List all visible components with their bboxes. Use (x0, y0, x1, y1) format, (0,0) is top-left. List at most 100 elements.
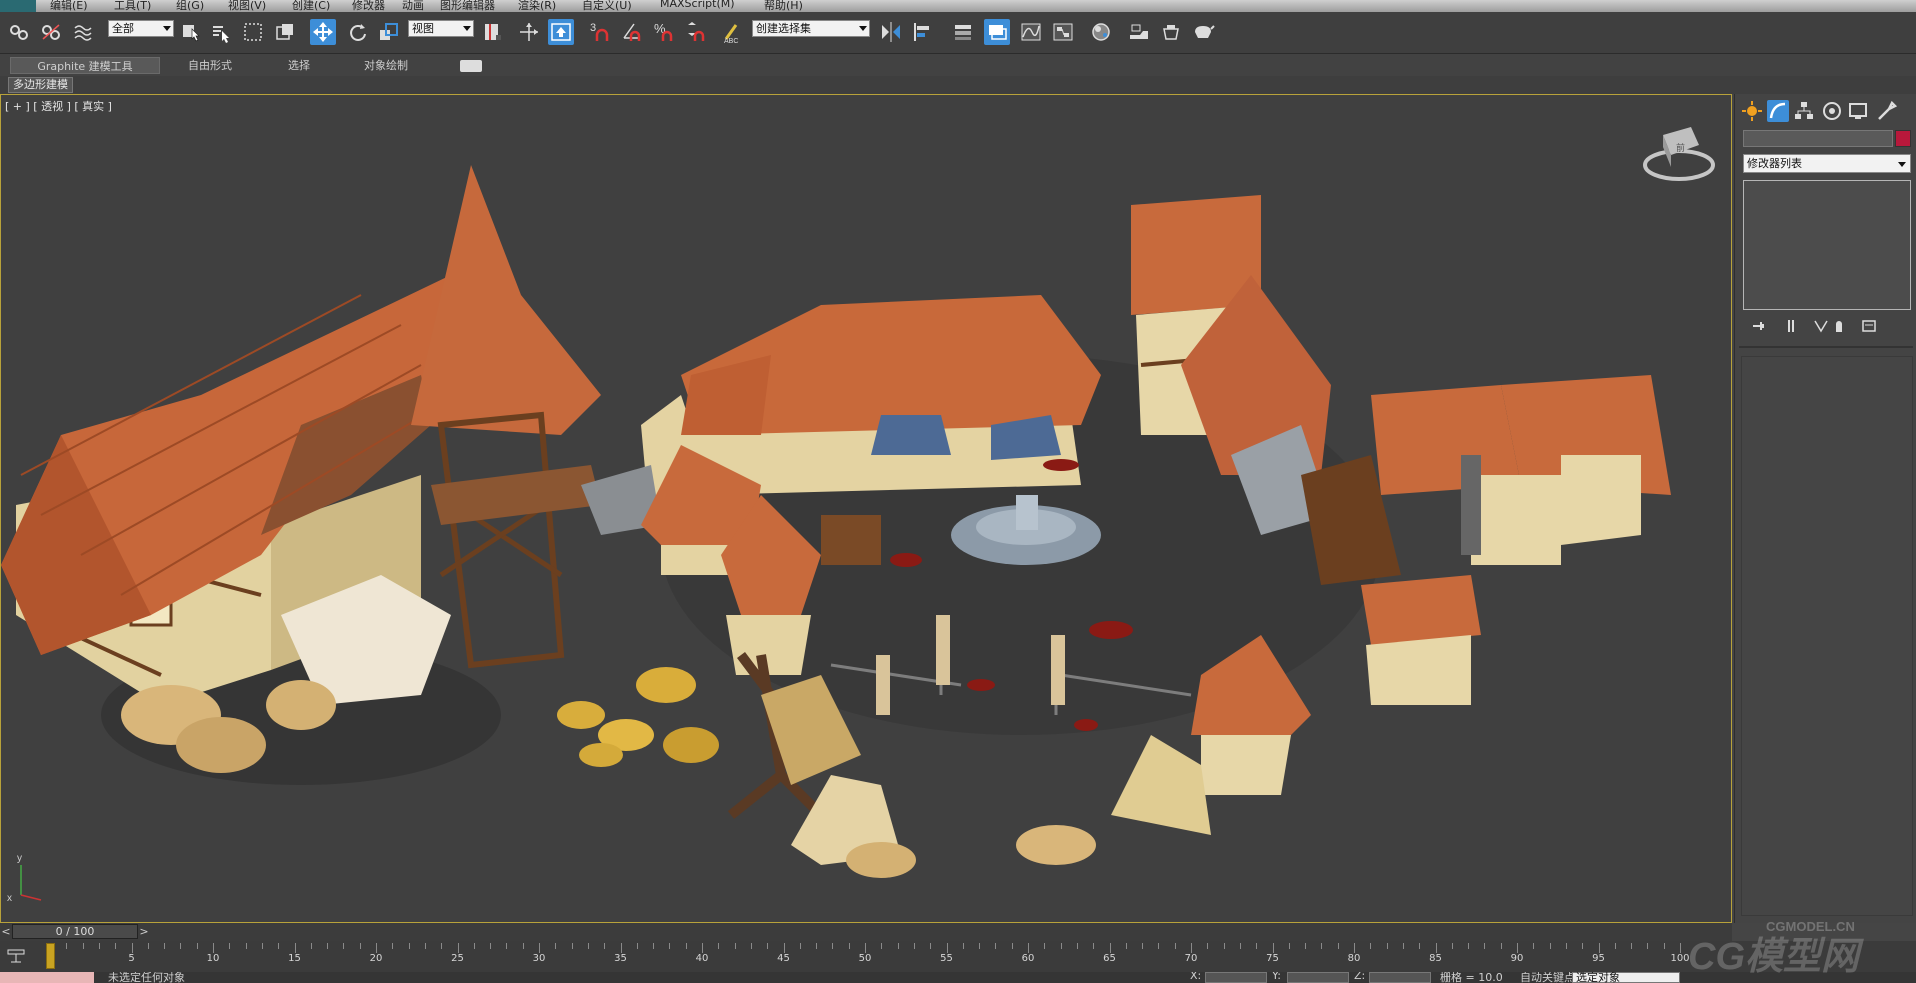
select-and-scale-icon[interactable] (376, 19, 402, 45)
track-tick (1305, 943, 1307, 949)
selection-filter-dropdown[interactable]: 全部 (108, 20, 174, 37)
track-bar[interactable]: 5 10 15 20 25 30 35 40 45 50 55 60 65 70 75 80 85 90 95 100 (0, 941, 1916, 972)
select-object-icon[interactable] (178, 19, 204, 45)
track-bar-menu-icon[interactable] (6, 947, 28, 965)
tab-selection[interactable]: 选择 (288, 57, 310, 74)
viewport-label[interactable]: [ + ] [ 透视 ] [ 真实 ] (5, 98, 112, 114)
track-tick (620, 943, 622, 953)
main-toolbar: 全部 视图 3 % ABC 创建选择集 (0, 12, 1916, 54)
menu-tools[interactable]: 工具(T) (114, 0, 151, 12)
watermark-logo: CGMODEL.CN CG模型网 (1688, 919, 1864, 975)
time-slider-thumb[interactable]: 0 / 100 (12, 924, 138, 939)
track-tick (1191, 943, 1192, 953)
menu-graph-editors[interactable]: 图形编辑器 (440, 0, 495, 12)
named-selection-dropdown[interactable]: 创建选择集 (752, 20, 870, 37)
track-tick (66, 943, 68, 949)
polygon-modeling-tab[interactable]: 多边形建模 (8, 77, 73, 93)
window-crossing-icon[interactable] (272, 19, 298, 45)
track-tick-label: 30 (532, 953, 546, 964)
track-tick (783, 943, 785, 953)
select-link-icon[interactable] (6, 19, 32, 45)
track-tick (1500, 943, 1502, 949)
menu-animation[interactable]: 动画 (402, 0, 424, 12)
menu-modifiers[interactable]: 修改器 (352, 0, 385, 12)
display-tab-icon[interactable] (1847, 100, 1869, 122)
current-frame-marker[interactable] (46, 943, 55, 969)
utilities-tab-icon[interactable] (1875, 100, 1898, 122)
align-icon[interactable] (910, 19, 936, 45)
track-tick (327, 943, 329, 949)
menu-maxscript[interactable]: MAXScript(M) (660, 0, 735, 10)
select-by-name-icon[interactable] (208, 19, 234, 45)
edit-named-selection-icon[interactable]: ABC (720, 19, 746, 45)
render-production-icon[interactable] (1190, 19, 1216, 45)
coord-y-field[interactable] (1287, 972, 1349, 983)
rendered-frame-window-icon[interactable] (1158, 19, 1184, 45)
coord-x-field[interactable] (1205, 972, 1267, 983)
pivot-center-icon[interactable] (480, 19, 506, 45)
scene-explorer-icon[interactable] (950, 19, 976, 45)
tab-freeform[interactable]: 自由形式 (188, 57, 232, 74)
unlink-icon[interactable] (38, 19, 64, 45)
schematic-view-icon[interactable] (1050, 19, 1076, 45)
snaps-toggle-icon[interactable]: 3 (588, 19, 614, 45)
app-logo-icon[interactable] (0, 0, 36, 12)
keyboard-shortcut-override-icon[interactable] (548, 19, 574, 45)
configure-sets-icon[interactable] (1861, 318, 1877, 334)
menu-group[interactable]: 组(G) (176, 0, 204, 12)
menu-create[interactable]: 创建(C) (292, 0, 330, 12)
pin-stack-icon[interactable] (1751, 318, 1767, 334)
track-tick-label: 5 (128, 953, 135, 964)
mirror-icon[interactable] (878, 19, 904, 45)
remove-modifier-icon[interactable] (1831, 318, 1847, 334)
object-color-swatch[interactable] (1895, 130, 1911, 147)
show-end-result-icon[interactable] (1785, 318, 1801, 334)
menu-customize[interactable]: 自定义(U) (582, 0, 632, 12)
object-name-field[interactable] (1743, 130, 1893, 147)
menu-rendering[interactable]: 渲染(R) (518, 0, 556, 12)
material-editor-icon[interactable] (1088, 19, 1114, 45)
track-tick (229, 943, 231, 949)
coord-z-field[interactable] (1369, 972, 1431, 983)
curve-editor-icon[interactable] (1018, 19, 1044, 45)
modifier-stack[interactable] (1743, 180, 1911, 310)
angle-snap-icon[interactable] (620, 19, 646, 45)
select-manipulate-icon[interactable] (516, 19, 542, 45)
prev-frame-button[interactable]: < (0, 924, 12, 939)
next-frame-button[interactable]: > (138, 924, 150, 939)
time-slider[interactable]: < 0 / 100 > (0, 923, 1732, 941)
bind-space-warp-icon[interactable] (70, 19, 96, 45)
hierarchy-tab-icon[interactable] (1793, 100, 1815, 122)
percent-snap-icon[interactable]: % (652, 19, 678, 45)
rectangular-selection-icon[interactable] (240, 19, 266, 45)
motion-tab-icon[interactable] (1821, 100, 1843, 122)
track-tick-label: 55 (940, 953, 953, 964)
reference-coordinate-dropdown[interactable]: 视图 (408, 20, 474, 37)
track-tick (1663, 943, 1665, 949)
view-cube[interactable]: 前 (1643, 127, 1715, 181)
make-unique-icon[interactable] (1813, 318, 1829, 334)
menu-help[interactable]: 帮助(H) (764, 0, 803, 12)
layer-manager-icon[interactable] (984, 19, 1010, 45)
modifier-list-dropdown[interactable]: 修改器列表 (1743, 154, 1911, 173)
perspective-viewport[interactable]: 前 y x [ + ] [ 透视 ] [ 真实 ] (0, 94, 1732, 923)
maxscript-listener-field[interactable] (0, 972, 94, 983)
tab-object-paint[interactable]: 对象绘制 (364, 57, 408, 74)
spinner-snap-icon[interactable] (684, 19, 710, 45)
select-and-rotate-icon[interactable] (344, 19, 370, 45)
track-tick (1549, 943, 1551, 949)
track-tick (1370, 943, 1372, 949)
menu-edit[interactable]: 编辑(E) (50, 0, 88, 12)
modify-tab-icon[interactable] (1767, 100, 1789, 122)
tab-graphite-modeling[interactable]: Graphite 建模工具 (10, 57, 160, 74)
track-tick (164, 943, 166, 949)
select-and-move-icon[interactable] (310, 19, 336, 45)
track-tick (180, 943, 182, 949)
ribbon-options-icon[interactable] (460, 60, 482, 72)
create-tab-icon[interactable] (1741, 100, 1763, 122)
track-tick-label: 60 (1021, 953, 1035, 964)
autokey-label[interactable]: 自动关键点 (1520, 972, 1575, 983)
render-setup-icon[interactable] (1126, 19, 1152, 45)
menu-views[interactable]: 视图(V) (228, 0, 266, 12)
track-tick (1451, 943, 1453, 949)
